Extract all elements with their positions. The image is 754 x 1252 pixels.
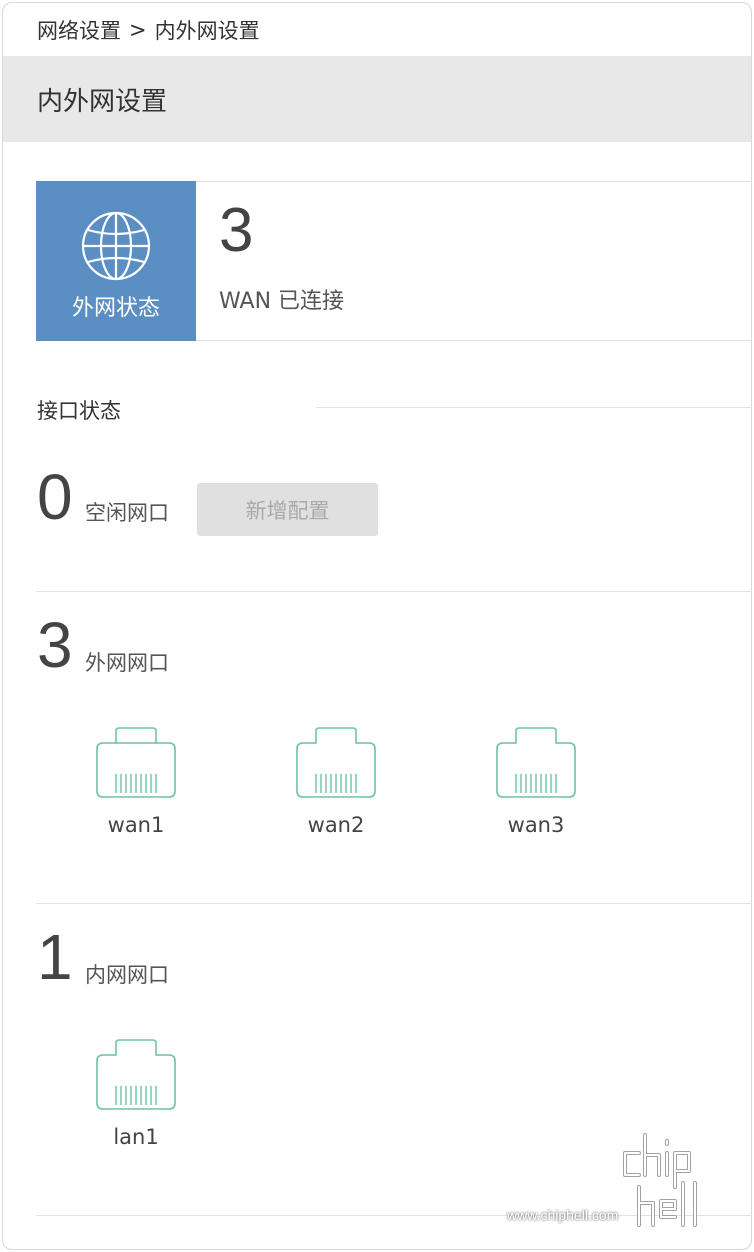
port-wan2[interactable]: wan2 xyxy=(286,727,386,847)
globe-icon xyxy=(81,211,151,281)
interface-status-title: 接口状态 xyxy=(37,399,121,423)
divider xyxy=(36,903,751,904)
port-wan1[interactable]: wan1 xyxy=(86,727,186,847)
page-title-bar: 内外网设置 xyxy=(3,56,751,142)
lan-port-count: 1 xyxy=(37,921,73,993)
port-name: lan1 xyxy=(113,1125,159,1149)
idle-port-label: 空闲网口 xyxy=(85,501,169,525)
add-config-button[interactable]: 新增配置 xyxy=(197,483,378,536)
port-lan1[interactable]: lan1 xyxy=(86,1039,186,1159)
ethernet-port-icon xyxy=(296,727,376,798)
ethernet-port-icon xyxy=(96,1039,176,1110)
breadcrumb-separator: > xyxy=(129,18,147,42)
page-title: 内外网设置 xyxy=(37,86,168,117)
chiphell-watermark: www.chiphell.com xyxy=(507,1125,737,1235)
wan-connected-count: 3 xyxy=(219,196,254,265)
wan-port-count: 3 xyxy=(37,609,73,681)
wan-connected-text: WAN 已连接 xyxy=(219,289,345,314)
ethernet-port-icon xyxy=(96,727,176,798)
port-name: wan3 xyxy=(507,813,565,837)
lan-port-label: 内网网口 xyxy=(85,963,169,987)
port-wan3[interactable]: wan3 xyxy=(486,727,586,847)
wan-port-label: 外网网口 xyxy=(85,651,169,675)
breadcrumb-parent[interactable]: 网络设置 xyxy=(37,15,121,45)
wan-status-label: 外网状态 xyxy=(71,296,160,321)
ethernet-port-icon xyxy=(496,727,576,798)
divider xyxy=(36,591,751,592)
breadcrumb: 网络设置 > 内外网设置 xyxy=(37,13,260,47)
watermark-url: www.chiphell.com xyxy=(507,1207,619,1223)
idle-port-count: 0 xyxy=(37,461,73,533)
breadcrumb-current: 内外网设置 xyxy=(154,19,260,43)
port-name: wan1 xyxy=(107,813,165,837)
divider xyxy=(316,407,751,408)
wan-status-card[interactable]: 外网状态 xyxy=(36,181,196,341)
divider xyxy=(196,340,751,341)
app-frame: 网络设置 > 内外网设置 内外网设置 外网状态 3 WAN 已连接 接口状态 0… xyxy=(2,2,752,1250)
port-name: wan2 xyxy=(307,813,365,837)
